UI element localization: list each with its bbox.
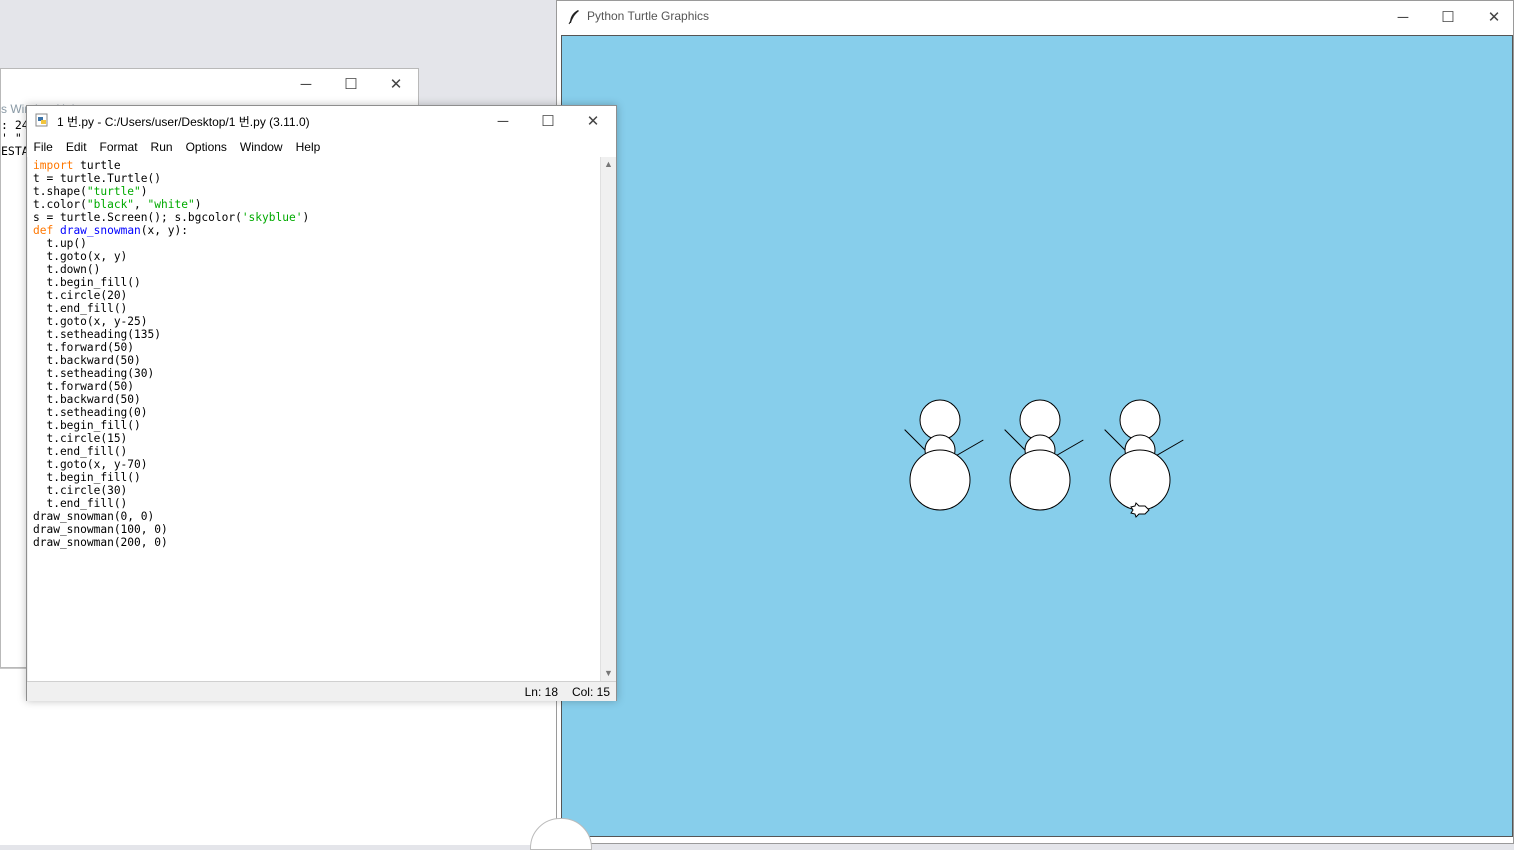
code-line[interactable]: t.backward(50): [33, 393, 140, 406]
code-line[interactable]: t.begin_fill(): [33, 471, 140, 484]
code-text[interactable]: import turtle t = turtle.Turtle() t.shap…: [33, 159, 309, 549]
shell-output: : 24 ' " ESTA: [1, 119, 29, 158]
snowmen-group: [904, 399, 1184, 518]
python-file-icon: [35, 113, 48, 127]
snowman-body: [909, 449, 971, 511]
menu-edit[interactable]: Edit: [59, 140, 93, 154]
code-line[interactable]: t.circle(20): [33, 289, 127, 302]
maximize-icon[interactable]: ☐: [1425, 1, 1471, 33]
status-line: Ln: 18: [524, 685, 558, 699]
minimize-icon[interactable]: ─: [283, 69, 329, 99]
snowman-head: [1019, 399, 1061, 441]
code-line[interactable]: t.circle(15): [33, 432, 127, 445]
turtle-window: Python Turtle Graphics ─ ☐ ✕: [556, 0, 1514, 844]
code-line[interactable]: t.forward(50): [33, 380, 134, 393]
code-line[interactable]: draw_snowman(200, 0): [33, 536, 168, 549]
code-line[interactable]: t.end_fill(): [33, 445, 127, 458]
code-line[interactable]: t.color("black", "white"): [33, 198, 201, 211]
code-line[interactable]: t.begin_fill(): [33, 419, 140, 432]
turtle-canvas[interactable]: [562, 36, 1512, 836]
code-line[interactable]: t.goto(x, y-70): [33, 458, 147, 471]
code-line[interactable]: t = turtle.Turtle(): [33, 172, 161, 185]
minimize-icon[interactable]: ─: [1380, 1, 1426, 33]
menu-help[interactable]: Help: [289, 140, 327, 154]
scroll-up-icon[interactable]: ▲: [601, 157, 616, 172]
menu-options[interactable]: Options: [179, 140, 233, 154]
code-line[interactable]: t.setheading(30): [33, 367, 154, 380]
shell-line: ESTA: [1, 144, 29, 158]
code-line[interactable]: t.forward(50): [33, 341, 134, 354]
snowman-head: [919, 399, 961, 441]
code-line[interactable]: t.goto(x, y): [33, 250, 127, 263]
code-line[interactable]: t.end_fill(): [33, 302, 127, 315]
code-line[interactable]: t.setheading(0): [33, 406, 147, 419]
close-icon[interactable]: ✕: [570, 106, 616, 136]
turtle-titlebar: Python Turtle Graphics ─ ☐ ✕: [557, 1, 1513, 33]
minimize-icon[interactable]: ─: [480, 106, 526, 136]
code-line[interactable]: t.down(): [33, 263, 100, 276]
editor-menubar: File Edit Format Run Options Window Help: [27, 136, 616, 157]
menu-window[interactable]: Window: [233, 140, 289, 154]
editor-titlebar: 1 번.py - C:/Users/user/Desktop/1 번.py (3…: [27, 106, 616, 136]
code-line[interactable]: t.up(): [33, 237, 86, 250]
menu-run[interactable]: Run: [144, 140, 179, 154]
code-line[interactable]: t.setheading(135): [33, 328, 161, 341]
snowman-body: [1009, 449, 1071, 511]
status-column: Col: 15: [571, 685, 610, 699]
turtle-window-title: Python Turtle Graphics: [587, 9, 710, 23]
code-line[interactable]: t.goto(x, y-25): [33, 315, 147, 328]
menu-file[interactable]: File: [27, 140, 59, 154]
code-line[interactable]: t.end_fill(): [33, 497, 127, 510]
code-line[interactable]: t.backward(50): [33, 354, 140, 367]
feather-icon: [568, 10, 579, 25]
vertical-scrollbar[interactable]: ▲ ▼: [600, 157, 616, 681]
close-icon[interactable]: ✕: [373, 69, 419, 99]
code-line[interactable]: t.begin_fill(): [33, 276, 140, 289]
shell-titlebar: ─ ☐ ✕: [1, 69, 418, 99]
menu-format[interactable]: Format: [93, 140, 144, 154]
maximize-icon[interactable]: ☐: [525, 106, 571, 136]
editor-window-title: 1 번.py - C:/Users/user/Desktop/1 번.py (3…: [57, 115, 310, 129]
code-line[interactable]: draw_snowman(100, 0): [33, 523, 168, 536]
code-line[interactable]: t.circle(30): [33, 484, 127, 497]
turtle-canvas-frame: [561, 35, 1513, 837]
code-line[interactable]: draw_snowman(0, 0): [33, 510, 154, 523]
snowman-body: [1109, 449, 1171, 511]
scroll-down-icon[interactable]: ▼: [601, 666, 616, 681]
code-line[interactable]: import turtle: [33, 159, 121, 172]
snowman-head: [1119, 399, 1161, 441]
status-bar: Ln: 18 Col: 15: [27, 681, 616, 701]
editor-window: 1 번.py - C:/Users/user/Desktop/1 번.py (3…: [26, 105, 617, 701]
code-line[interactable]: s = turtle.Screen(); s.bgcolor('skyblue'…: [33, 211, 309, 224]
maximize-icon[interactable]: ☐: [328, 69, 374, 99]
code-line[interactable]: t.shape("turtle"): [33, 185, 148, 198]
close-icon[interactable]: ✕: [1471, 1, 1514, 33]
code-line[interactable]: def draw_snowman(x, y):: [33, 224, 188, 237]
code-editor[interactable]: import turtle t = turtle.Turtle() t.shap…: [28, 157, 600, 681]
